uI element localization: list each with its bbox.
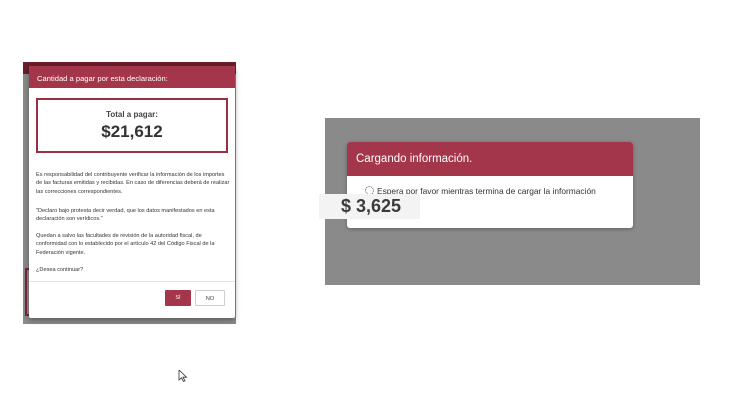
payment-confirmation-dialog: Cantidad a pagar por esta declaración: T… (29, 66, 235, 318)
authority-text: Quedan a salvo las facultades de revisió… (36, 233, 215, 256)
continue-question: ¿Desea continuar? (36, 267, 84, 273)
amount-display: $ 3,625 (319, 194, 420, 219)
loading-title: Cargando información. (347, 142, 633, 176)
mouse-pointer-icon (178, 370, 188, 382)
dialog-divider (29, 281, 235, 282)
no-button[interactable]: NO (195, 290, 225, 306)
responsibility-text: Es responsabilidad del contribuyente ver… (36, 172, 230, 195)
total-label: Total a pagar: (106, 110, 158, 119)
total-value: $21,612 (101, 122, 163, 141)
total-box: Total a pagar: $21,612 (36, 98, 228, 153)
declaration-text: "Declaro bajo protesta decir verdad, que… (36, 208, 215, 223)
dialog-title: Cantidad a pagar por esta declaración: (29, 66, 235, 88)
yes-button[interactable]: SÍ (165, 290, 191, 306)
